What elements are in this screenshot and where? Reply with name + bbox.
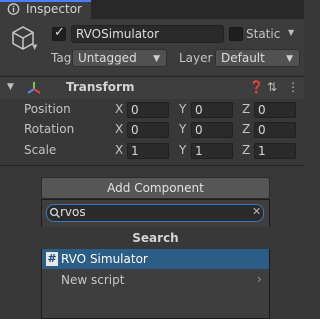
rotation-x-field[interactable]: 0: [127, 122, 169, 138]
active-checkbox[interactable]: [52, 25, 66, 41]
axis-y-label[interactable]: Y: [179, 122, 186, 136]
tag-dropdown[interactable]: Untagged ▼: [72, 49, 167, 67]
position-y-field[interactable]: 0: [191, 102, 233, 118]
chevron-down-icon: ▼: [153, 54, 160, 64]
tab-inspector-label: Inspector: [26, 2, 82, 16]
add-component-button[interactable]: Add Component: [41, 177, 270, 199]
layer-value: Default: [221, 51, 265, 65]
layer-label: Layer: [179, 51, 213, 65]
axis-x-label[interactable]: X: [115, 122, 123, 136]
tag-label: Tag: [51, 51, 72, 65]
rotation-label: Rotation: [24, 122, 75, 136]
clear-icon[interactable]: ✕: [252, 205, 261, 218]
static-checkbox[interactable]: [229, 27, 243, 41]
axis-y-label[interactable]: Y: [179, 102, 186, 116]
list-item-label: RVO Simulator: [61, 252, 148, 266]
scale-x-field[interactable]: 1: [127, 143, 169, 159]
foldout-caret-icon[interactable]: ▼: [7, 82, 14, 92]
position-z-field[interactable]: 0: [254, 102, 296, 118]
rotation-z-field[interactable]: 0: [254, 122, 296, 138]
list-item-label: New script: [61, 273, 125, 287]
scale-y-field[interactable]: 1: [191, 143, 233, 159]
axis-x-label[interactable]: X: [115, 102, 123, 116]
script-icon: #: [46, 252, 58, 266]
static-label: Static: [246, 27, 281, 41]
context-menu-icon[interactable]: ⋮: [287, 80, 299, 94]
rotation-y-field[interactable]: 0: [191, 122, 233, 138]
help-icon[interactable]: ❓: [249, 80, 264, 94]
axis-x-label[interactable]: X: [115, 143, 123, 157]
presets-icon[interactable]: ⇅: [267, 80, 277, 94]
search-value: rvos: [60, 205, 86, 219]
transform-title: Transform: [66, 80, 135, 94]
info-icon: [7, 3, 20, 15]
scale-z-field[interactable]: 1: [254, 143, 296, 159]
axis-z-label[interactable]: Z: [242, 102, 250, 116]
position-x-field[interactable]: 0: [127, 102, 169, 118]
axis-y-label[interactable]: Y: [179, 143, 186, 157]
position-label: Position: [24, 102, 71, 116]
chevron-down-icon: ▼: [286, 54, 293, 64]
chevron-right-icon: ›: [257, 272, 262, 286]
axis-z-label[interactable]: Z: [242, 143, 250, 157]
divider: [0, 165, 304, 166]
tag-value: Untagged: [78, 51, 137, 65]
axis-z-label[interactable]: Z: [242, 122, 250, 136]
transform-axes-icon: [27, 82, 41, 94]
popup-title: Search: [41, 227, 270, 249]
gameobject-name-field[interactable]: RVOSimulator: [71, 25, 224, 43]
icon-dropdown-caret[interactable]: ▼: [32, 43, 37, 51]
scale-label: Scale: [24, 143, 57, 157]
static-dropdown-caret[interactable]: ▼: [288, 28, 294, 37]
layer-dropdown[interactable]: Default ▼: [215, 49, 300, 67]
